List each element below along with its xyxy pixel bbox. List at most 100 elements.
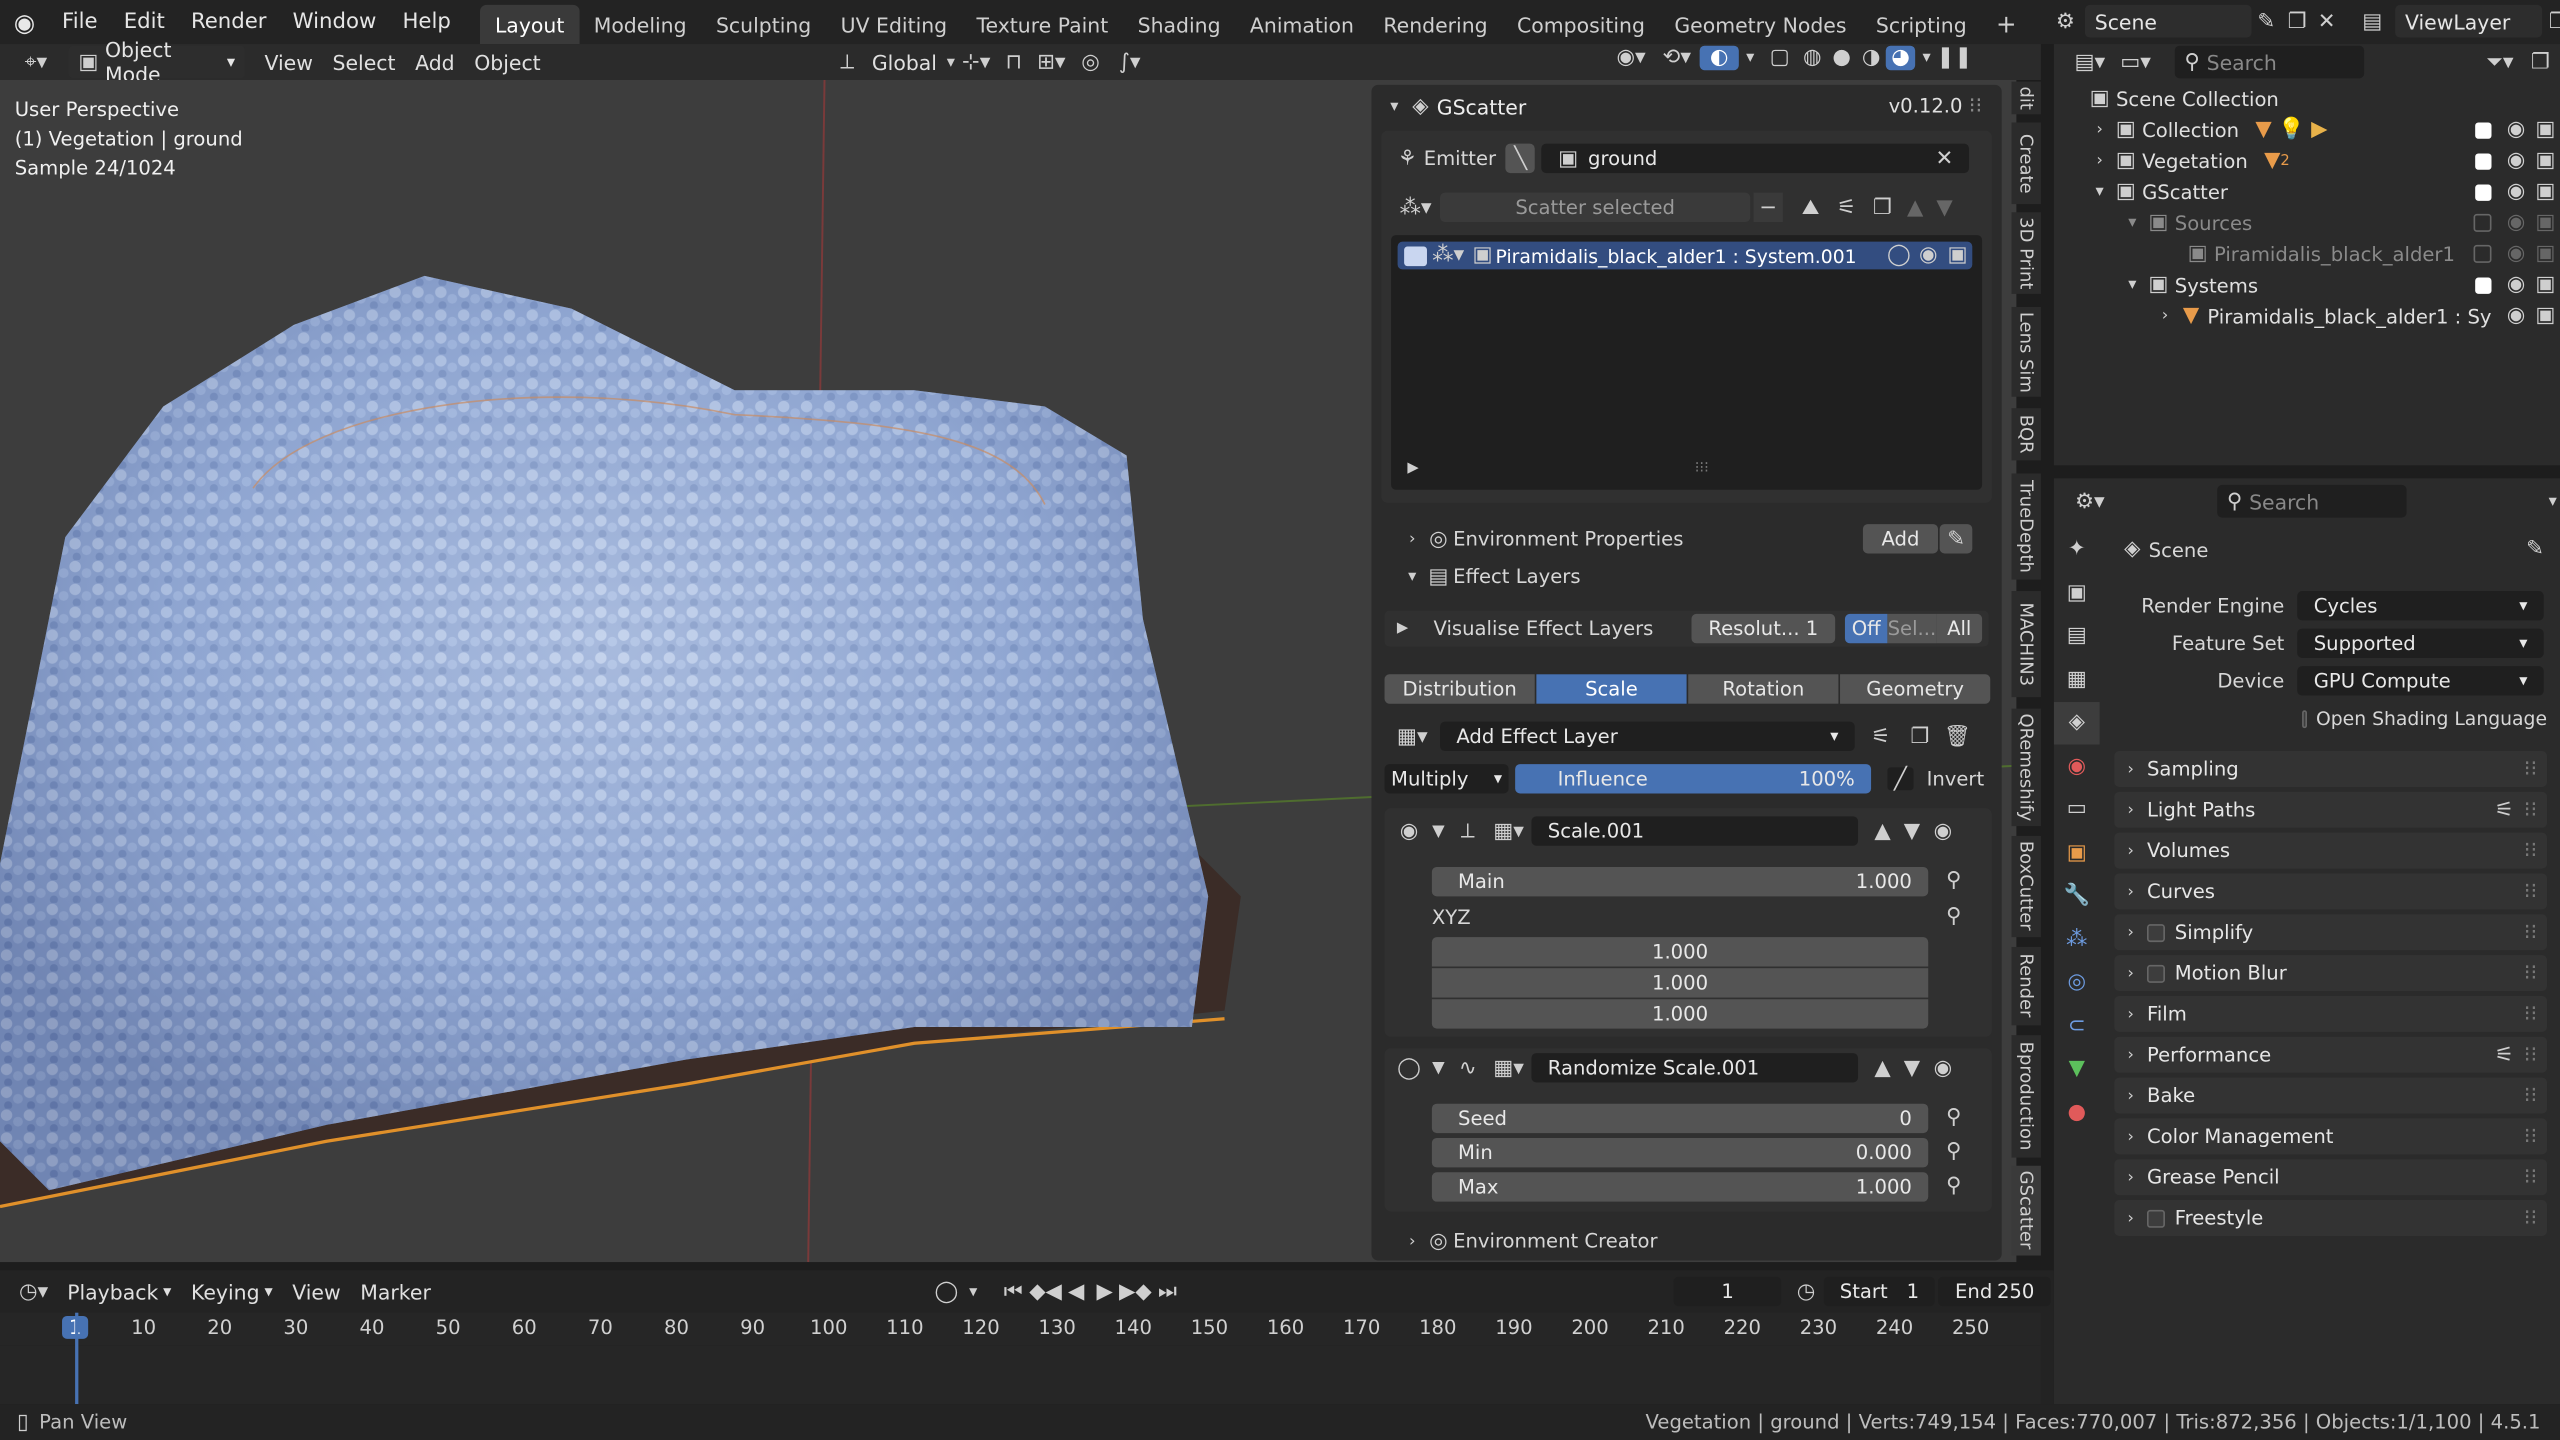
- pivot-icon[interactable]: ⊹▾: [955, 50, 997, 74]
- outliner-row-source-object[interactable]: ▣ Piramidalis_black_alder1 ◉ ▣: [2054, 238, 2560, 269]
- prev-keyframe-icon[interactable]: ◆◀: [1029, 1279, 1062, 1303]
- scene-selector[interactable]: Scene: [2084, 4, 2252, 38]
- include-checkbox[interactable]: [2473, 213, 2492, 232]
- remove-system-icon[interactable]: −: [1753, 192, 1783, 223]
- move-up-icon[interactable]: ▲: [1900, 195, 1929, 219]
- drag-handle-icon[interactable]: ⁝⁝: [2524, 757, 2537, 781]
- section-freestyle[interactable]: › Freestyle ⁝⁝: [2114, 1200, 2548, 1236]
- camera-icon[interactable]: ▣: [2531, 211, 2560, 235]
- toggle-sidebar-icon[interactable]: ❚❚: [1937, 46, 1973, 70]
- include-checkbox[interactable]: [2475, 152, 2492, 169]
- outliner-row-systems[interactable]: ▾ ▣ Systems ◉ ▣: [2054, 269, 2560, 300]
- shading-material-icon[interactable]: ◑: [1856, 46, 1885, 70]
- section-sampling[interactable]: › Sampling ⁝⁝: [2114, 751, 2548, 787]
- orientation-selector[interactable]: Global: [862, 46, 947, 79]
- drag-handle-icon[interactable]: ⁝⁝: [2524, 798, 2537, 822]
- visualise-selected-button[interactable]: Sel...: [1887, 613, 1937, 644]
- layer-settings-icon[interactable]: ⚟: [1861, 724, 1900, 748]
- filter-icon[interactable]: ⚟: [1829, 195, 1865, 219]
- next-keyframe-icon[interactable]: ▶◆: [1119, 1279, 1152, 1303]
- add-workspace-icon[interactable]: +: [1981, 5, 2031, 44]
- layer-type-icon[interactable]: ▦▾: [1385, 724, 1441, 748]
- eye-icon[interactable]: ◉: [2501, 273, 2530, 297]
- chevron-right-icon[interactable]: ›: [2155, 307, 2175, 325]
- view-layer-tab-icon[interactable]: ▦: [2054, 658, 2100, 700]
- section-curves[interactable]: › Curves ⁝⁝: [2114, 873, 2548, 910]
- timeline-editor-icon[interactable]: ◷▾: [10, 1279, 58, 1303]
- viewport-menu-object[interactable]: Object: [464, 46, 550, 79]
- main-scale-field[interactable]: Main 1.000: [1431, 866, 1929, 897]
- gizmo-icon[interactable]: ⟲▾: [1654, 46, 1700, 70]
- tab-scale[interactable]: Scale: [1536, 674, 1687, 704]
- layer-name-field[interactable]: Randomize Scale.001: [1531, 1053, 1859, 1083]
- scene-icon[interactable]: ⚙: [2046, 9, 2085, 33]
- add-effect-layer-dropdown[interactable]: Add Effect Layer ▾: [1440, 721, 1855, 752]
- current-frame-field[interactable]: 1: [1673, 1276, 1783, 1307]
- section-simplify[interactable]: › Simplify ⁝⁝: [2114, 914, 2548, 951]
- vtab-bqr[interactable]: BQR: [2011, 408, 2041, 461]
- eye-icon[interactable]: ◉: [2501, 211, 2530, 235]
- properties-editor-icon[interactable]: ⚙▾: [2067, 489, 2113, 513]
- scale-z-field[interactable]: 1.000: [1431, 999, 1929, 1029]
- keying-dropdown-icon[interactable]: ▾: [962, 1282, 984, 1300]
- eye-icon[interactable]: ◉: [1914, 243, 1943, 267]
- tab-sculpting[interactable]: Sculpting: [701, 5, 826, 44]
- new-scene-icon[interactable]: ❐: [2281, 9, 2314, 33]
- vtab-gscatter[interactable]: GScatter: [2011, 1165, 2041, 1256]
- chevron-right-icon[interactable]: ›: [2090, 121, 2110, 139]
- env-creator-header[interactable]: › ◎ Environment Creator: [1401, 1225, 1972, 1258]
- drag-handle-icon[interactable]: ⁝⁝: [2524, 1124, 2537, 1148]
- tab-shading[interactable]: Shading: [1123, 5, 1235, 44]
- drag-handle-icon[interactable]: ⁝⁝: [2524, 1042, 2537, 1066]
- falloff-icon[interactable]: ∫▾: [1108, 50, 1150, 74]
- collection-tab-icon[interactable]: ▭: [2054, 788, 2100, 830]
- editor-type-icon[interactable]: ⌖▾: [10, 50, 62, 74]
- proportional-edit-icon[interactable]: ◎: [1073, 50, 1109, 74]
- invert-checkbox-icon[interactable]: ╱: [1887, 767, 1914, 791]
- delete-layer-icon[interactable]: 🗑: [1940, 724, 1976, 748]
- new-collection-icon[interactable]: ❐: [2524, 50, 2557, 74]
- particles-tab-icon[interactable]: ⁂: [2054, 918, 2100, 960]
- tab-geometry-nodes[interactable]: Geometry Nodes: [1660, 5, 1862, 44]
- visualise-all-button[interactable]: All: [1936, 613, 1983, 644]
- layer-type-icon[interactable]: ▦▾: [1486, 1056, 1532, 1080]
- snap-target-icon[interactable]: ⊞▾: [1030, 50, 1072, 74]
- include-checkbox[interactable]: [2473, 244, 2492, 263]
- tab-uv-editing[interactable]: UV Editing: [826, 5, 962, 44]
- collapse-icon[interactable]: ▼: [1427, 1059, 1450, 1077]
- system-type-icon[interactable]: ⁂▾: [1427, 243, 1469, 267]
- move-down-icon[interactable]: ▼: [1897, 1056, 1926, 1080]
- playhead[interactable]: [75, 1312, 79, 1405]
- camera-icon[interactable]: ▣: [2531, 242, 2560, 266]
- vtab-lens-sim[interactable]: Lens Sim: [2011, 306, 2041, 397]
- tab-compositing[interactable]: Compositing: [1502, 5, 1659, 44]
- resize-handle-icon[interactable]: ⁝⁝⁝: [1695, 460, 1709, 476]
- drag-handle-icon[interactable]: ⁝⁝: [2524, 1165, 2537, 1189]
- scatter-selected-button[interactable]: Scatter selected: [1440, 192, 1751, 223]
- outliner-search-input[interactable]: ⚲ Search: [2174, 45, 2365, 79]
- collapse-icon[interactable]: ▼: [1427, 822, 1450, 840]
- menu-file[interactable]: File: [49, 0, 111, 44]
- vtab-truedepth[interactable]: TrueDepth: [2011, 473, 2041, 580]
- add-button[interactable]: Add: [1862, 524, 1939, 554]
- device-dropdown[interactable]: GPU Compute ▾: [2297, 666, 2544, 696]
- eye-icon[interactable]: ◉: [2501, 304, 2530, 328]
- visibility-icon[interactable]: ◉▾: [1608, 46, 1654, 70]
- drag-handle-icon[interactable]: ⁝⁝: [2524, 1083, 2537, 1107]
- viewport-menu-select[interactable]: Select: [323, 46, 406, 79]
- camera-icon[interactable]: ▣: [2531, 273, 2560, 297]
- play-icon[interactable]: ▶: [1090, 1279, 1119, 1303]
- include-checkbox[interactable]: [2475, 183, 2492, 201]
- display-mode-icon[interactable]: ▭▾: [2113, 50, 2159, 74]
- clear-icon[interactable]: ✕: [1935, 146, 1953, 170]
- drag-handle-icon[interactable]: ⁝⁝: [2524, 961, 2537, 985]
- chevron-down-icon[interactable]: ▾: [2549, 492, 2557, 510]
- move-up-icon[interactable]: ▲: [1868, 1056, 1897, 1080]
- freestyle-checkbox[interactable]: [2147, 1209, 2165, 1227]
- tab-rendering[interactable]: Rendering: [1369, 5, 1503, 44]
- eye-icon[interactable]: ◉: [2501, 149, 2530, 173]
- play-icon[interactable]: ▶: [1385, 620, 1421, 636]
- outliner-row-system-object[interactable]: › ▼ Piramidalis_black_alder1 : Sy ◉ ▣: [2054, 300, 2560, 331]
- vtab-render[interactable]: Render: [2011, 946, 2041, 1026]
- vtab-boxcutter[interactable]: BoxCutter: [2011, 835, 2041, 938]
